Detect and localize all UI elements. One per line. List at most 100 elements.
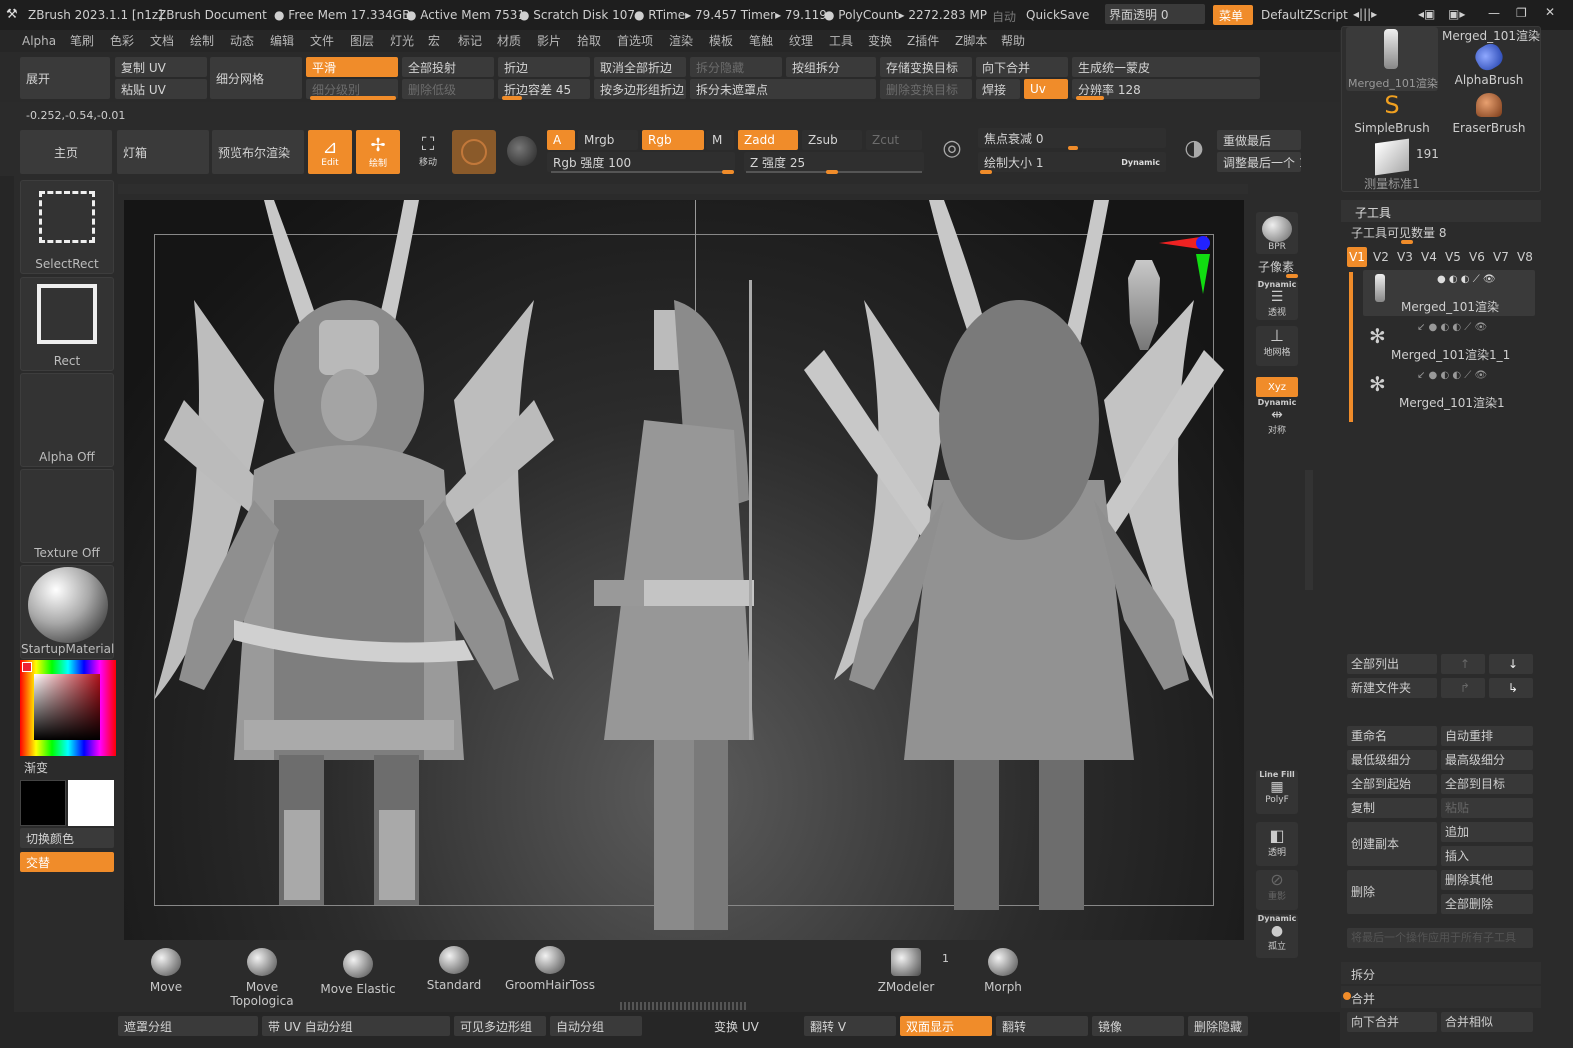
all-high-button[interactable]: 最高级细分 [1441, 750, 1533, 770]
menu-transform[interactable]: 变换 [868, 30, 892, 52]
subtool-visible-count[interactable]: 子工具可见数量 8 [1351, 224, 1446, 241]
solo-button[interactable]: Dynamic ● 孤立 [1256, 914, 1298, 958]
subtool-item-2[interactable]: ✻ ↙ ● ◐ ◐ ⟋ 👁 Merged_101渲染1_1 [1363, 318, 1535, 364]
subtool-item-1[interactable]: ● ◐ ◐ ⟋ 👁 Merged_101渲染 [1363, 270, 1535, 316]
eraserbrush-tool[interactable]: EraserBrush [1442, 93, 1536, 139]
split-unmasked-button[interactable]: 拆分未遮罩点 [690, 79, 876, 99]
interface-transparency-slider[interactable]: 界面透明 0 [1105, 4, 1205, 24]
brush-morph[interactable]: Morph [978, 948, 1028, 994]
menu-stroke[interactable]: 笔触 [749, 30, 773, 52]
menu-movie[interactable]: 影片 [537, 30, 561, 52]
subtool-merge-down-button[interactable]: 向下合并 [1347, 1012, 1437, 1032]
subtool-header[interactable]: 子工具 [1341, 200, 1541, 222]
save-layout-icon[interactable]: ▣▸ [1448, 7, 1465, 21]
menu-layer[interactable]: 图层 [350, 30, 374, 52]
merge-section-header[interactable]: 合并 [1341, 986, 1541, 1008]
zadd-toggle[interactable]: Zadd [738, 130, 798, 150]
merge-down-button[interactable]: 向下合并 [976, 57, 1068, 77]
draw-mode-button[interactable]: ✢ 绘制 [356, 130, 400, 174]
move-mode-button[interactable]: ⛶ 移动 [406, 134, 450, 174]
menu-zscript[interactable]: Z脚本 [955, 30, 987, 52]
alphabrush-tool[interactable]: AlphaBrush [1442, 40, 1536, 91]
minimize-icon[interactable]: — [1488, 6, 1500, 20]
d-icon[interactable]: ◑ [1176, 136, 1212, 172]
paste-uv-button[interactable]: 粘贴 UV [115, 79, 207, 99]
viewport-canvas[interactable] [124, 200, 1244, 940]
rgb-intensity-slider[interactable]: Rgb 强度 100 [547, 152, 735, 172]
menu-picker[interactable]: 拾取 [577, 30, 601, 52]
select-rect-tile[interactable]: SelectRect [20, 180, 114, 274]
menu-color[interactable]: 色彩 [110, 30, 134, 52]
menu-zplugin[interactable]: Z插件 [907, 30, 939, 52]
color-square[interactable] [34, 674, 100, 740]
bpr-button[interactable]: BPR [1256, 212, 1298, 254]
list-all-button[interactable]: 全部列出 [1347, 654, 1437, 674]
menu-preferences[interactable]: 首选项 [617, 30, 653, 52]
new-folder-button[interactable]: 新建文件夹 [1347, 678, 1437, 698]
alpha-tile[interactable]: Alpha Off [20, 373, 114, 467]
maximize-icon[interactable]: ❐ [1516, 6, 1527, 20]
flip-v-button[interactable]: 翻转 V [804, 1016, 896, 1036]
auto-reorder-button[interactable]: 自动重排 [1441, 726, 1533, 746]
crease-button[interactable]: 折边 [498, 57, 590, 77]
layout-icon[interactable]: ◂▣ [1418, 7, 1435, 21]
shelf-resize-handle[interactable] [620, 1002, 748, 1010]
adjust-last-slider[interactable]: 调整最后一个 1 [1217, 152, 1301, 172]
menu-render[interactable]: 渲染 [669, 30, 693, 52]
dynamic-label[interactable]: Dynamic [1121, 158, 1160, 167]
menu-edit[interactable]: 编辑 [270, 30, 294, 52]
paste-button[interactable]: 粘贴 [1441, 798, 1533, 818]
redo-last-button[interactable]: 重做最后 [1217, 130, 1301, 150]
brush-move-elastic[interactable]: Move Elastic [318, 950, 398, 996]
menu-help[interactable]: 帮助 [1001, 30, 1025, 52]
version-v6[interactable]: V6 [1469, 250, 1485, 264]
menu-stencil[interactable]: 模板 [709, 30, 733, 52]
perspective-button[interactable]: Dynamic ☰ 透视 [1256, 280, 1298, 320]
left-tray-edge[interactable] [0, 176, 14, 1036]
subtool-scrollbar[interactable] [1349, 272, 1353, 422]
subtool-item-3[interactable]: ✻ ↙ ● ◐ ◐ ⟋ 👁 Merged_101渲染1 [1363, 366, 1535, 412]
brush-groomhairtoss[interactable]: GroomHairToss [502, 946, 598, 992]
menu-light[interactable]: 灯光 [390, 30, 414, 52]
delete-hidden-button[interactable]: 删除隐藏 [1188, 1016, 1248, 1036]
menu-marker[interactable]: 标记 [458, 30, 482, 52]
all-low-button[interactable]: 最低级细分 [1347, 750, 1437, 770]
smooth-toggle[interactable]: 平滑 [306, 57, 398, 77]
lightbox-button[interactable]: 灯箱 [117, 130, 209, 174]
focal-shift-icon[interactable]: ◎ [932, 136, 972, 172]
crease-polygroups-button[interactable]: 按多边形组折边 [594, 79, 686, 99]
autogroup-button[interactable]: 自动分组 [550, 1016, 642, 1036]
version-v5[interactable]: V5 [1445, 250, 1461, 264]
color-picker[interactable] [20, 660, 116, 756]
transparency-button[interactable]: ◧ 透明 [1256, 822, 1298, 866]
switch-color-button[interactable]: 切换颜色 [20, 828, 114, 848]
quicksave-button[interactable]: QuickSave [1026, 8, 1089, 22]
all-to-target-button[interactable]: 全部到目标 [1441, 774, 1533, 794]
brush-move-topological[interactable]: Move Topologica [214, 948, 310, 1008]
menu-material[interactable]: 材质 [497, 30, 521, 52]
zscript-label[interactable]: DefaultZScript [1261, 8, 1348, 22]
simplebrush-tool[interactable]: S SimpleBrush [1346, 93, 1438, 139]
mirror-button[interactable]: 镜像 [1092, 1016, 1184, 1036]
m-toggle[interactable]: M [706, 130, 734, 150]
zcut-toggle[interactable]: Zcut [866, 130, 922, 150]
symmetry-button[interactable]: Dynamic ⇹ 对称 [1256, 398, 1298, 440]
subtool-2-controls-icon[interactable]: ↙ ● ◐ ◐ ⟋ 👁 [1417, 322, 1487, 333]
delete-other-button[interactable]: 删除其他 [1441, 870, 1533, 890]
apply-all-button[interactable]: 将最后一个操作应用于所有子工具 [1347, 928, 1533, 948]
z-intensity-slider[interactable]: Z 强度 25 [744, 152, 924, 172]
menu-button[interactable]: 菜单 [1213, 5, 1253, 25]
subdivide-button[interactable]: 细分网格 [210, 57, 302, 99]
menu-file[interactable]: 文件 [310, 30, 334, 52]
transform-uv-button[interactable]: 变换 UV [708, 1016, 800, 1036]
move-down-icon[interactable]: ↓ [1489, 654, 1533, 674]
main-color-swatch[interactable] [20, 780, 66, 826]
copy-uv-button[interactable]: 复制 UV [115, 57, 207, 77]
weld-button[interactable]: 焊接 [976, 79, 1020, 99]
subtool-3-controls-icon[interactable]: ↙ ● ◐ ◐ ⟋ 👁 [1417, 370, 1487, 381]
uv-toggle[interactable]: Uv [1024, 79, 1068, 99]
gradient-label[interactable]: 渐变 [24, 759, 48, 776]
zsub-toggle[interactable]: Zsub [802, 130, 862, 150]
split-hidden-button[interactable]: 拆分隐藏 [690, 57, 782, 77]
split-section-header[interactable]: 拆分 [1341, 962, 1541, 984]
